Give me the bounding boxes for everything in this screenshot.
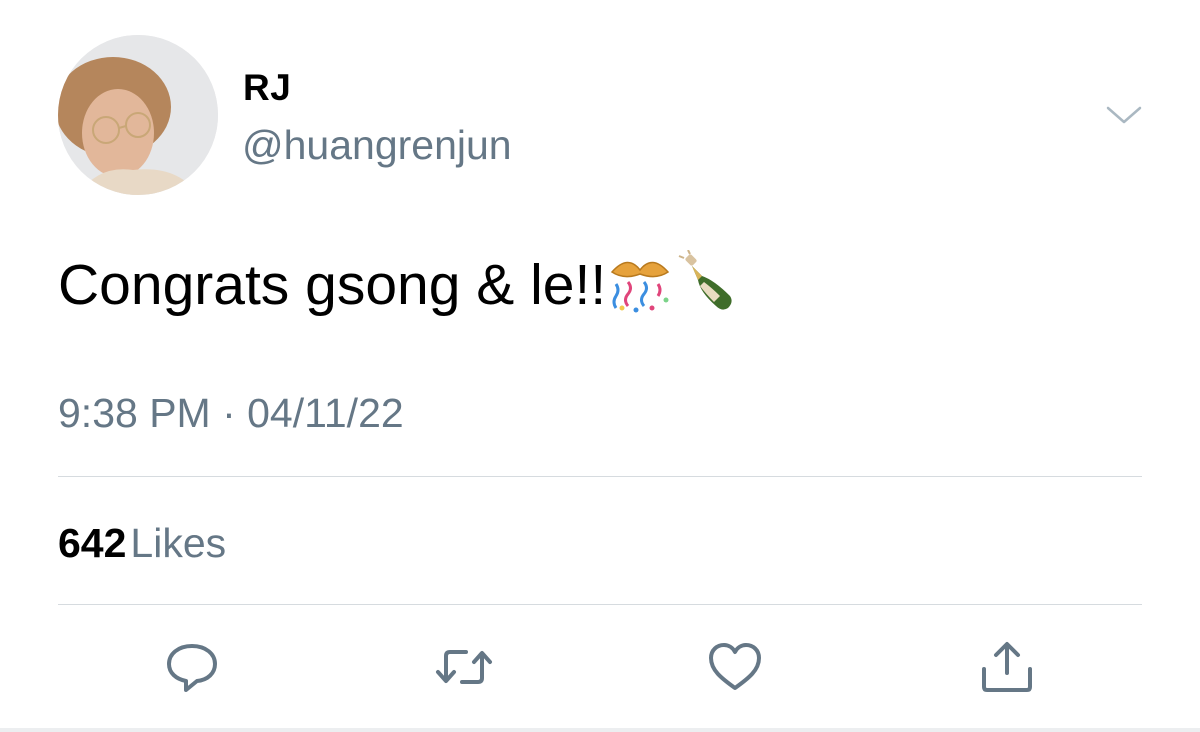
avatar-image xyxy=(58,35,218,195)
tweet-text-content: Congrats gsong & le!! xyxy=(58,253,607,318)
champagne-bottle-emoji xyxy=(674,249,738,328)
divider xyxy=(58,604,1142,605)
likes-stat[interactable]: 642Likes xyxy=(58,520,226,566)
like-button[interactable] xyxy=(703,637,767,697)
tweet-text: Congrats gsong & le!! xyxy=(58,249,738,328)
avatar[interactable] xyxy=(58,35,218,195)
confetti-ball-emoji xyxy=(606,250,674,328)
bottom-divider xyxy=(0,728,1200,732)
author-display-name[interactable]: RJ xyxy=(243,68,291,108)
retweet-arrows-icon xyxy=(436,650,492,684)
chevron-down-icon xyxy=(1106,106,1142,124)
reply-button[interactable] xyxy=(160,637,224,697)
tweet-timestamp[interactable]: 9:38 PM · 04/11/22 xyxy=(58,390,404,436)
retweet-button[interactable] xyxy=(432,637,496,697)
share-upload-icon xyxy=(982,642,1032,692)
heart-icon xyxy=(709,643,761,690)
divider xyxy=(58,476,1142,477)
speech-bubble-icon xyxy=(167,644,217,692)
share-button[interactable] xyxy=(975,637,1039,697)
likes-count: 642 xyxy=(58,520,127,566)
author-handle[interactable]: @huangrenjun xyxy=(242,122,512,168)
tweet-detail: RJ @huangrenjun Congrats gsong & le!! 9:… xyxy=(0,0,1200,732)
likes-label: Likes xyxy=(130,520,227,566)
tweet-menu-button[interactable] xyxy=(1102,100,1146,130)
